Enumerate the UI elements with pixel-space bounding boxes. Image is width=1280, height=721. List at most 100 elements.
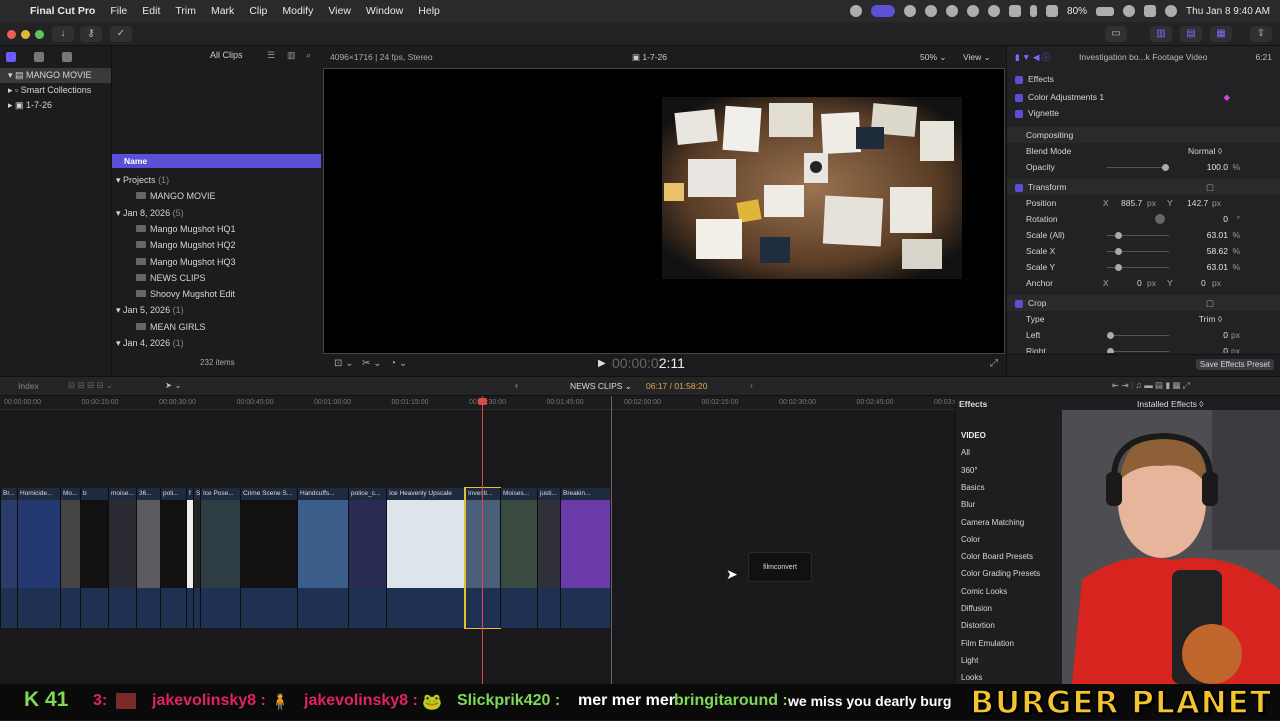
menu-view[interactable]: View [328, 5, 351, 17]
position-x-value[interactable]: 885.7 [1121, 195, 1142, 211]
menu-window[interactable]: Window [366, 5, 403, 17]
timeline-clip[interactable]: b [80, 488, 108, 628]
menu-trim[interactable]: Trim [175, 5, 196, 17]
effects-section[interactable]: Effects [1007, 71, 1280, 87]
playhead[interactable] [482, 396, 483, 684]
keywords-button[interactable]: ⚷ [80, 26, 102, 42]
background-tasks-button[interactable]: ✓ [110, 26, 132, 42]
timeline-clip[interactable]: Ice Pose... [200, 488, 240, 628]
list-view-icon[interactable]: ☰ [267, 46, 275, 64]
effects-category[interactable]: Color [961, 531, 980, 548]
video-canvas[interactable] [323, 68, 1005, 354]
effect-checkbox[interactable] [1015, 93, 1023, 102]
effects-category[interactable]: All [961, 444, 970, 461]
transform-tool-icon[interactable]: ✂ ⌄ [362, 358, 382, 369]
timeline-toggle-icon[interactable]: ▤ [1180, 26, 1202, 42]
menu-app[interactable]: Final Cut Pro [30, 5, 95, 17]
timeline-clip[interactable]: S [193, 488, 200, 628]
status-icon[interactable] [988, 5, 1001, 17]
crop-left-slider[interactable] [1107, 332, 1169, 339]
view-popup[interactable]: View ⌄ [963, 52, 991, 63]
photos-tab-icon[interactable] [34, 52, 44, 62]
browser-group-row[interactable]: ▾ Jan 5, 2026 (1) [112, 302, 321, 318]
status-icon[interactable] [904, 5, 917, 17]
transform-checkbox[interactable] [1015, 183, 1023, 192]
retime-icon[interactable]: ◔ ⌄ [390, 358, 407, 369]
browser-group-row[interactable]: ▾ Jan 4, 2026 (1) [112, 335, 321, 351]
opacity-slider[interactable] [1107, 164, 1169, 171]
browser-item-row[interactable]: Shoovy Mugshot Edit [112, 286, 321, 302]
browser-item-row[interactable]: Mango Mugshot HQ2 [112, 237, 321, 253]
scale-x-value[interactable]: 58.62 [1207, 243, 1228, 259]
timeline-clip[interactable]: Mo... [60, 488, 80, 628]
slider-knob[interactable] [1115, 232, 1122, 239]
inspector-toggle-icon[interactable]: ▦ [1210, 26, 1232, 42]
transform-section[interactable]: Transform ▢ [1007, 179, 1280, 195]
timeline-clip[interactable]: f [186, 488, 193, 628]
opacity-value[interactable]: 100.0 [1207, 159, 1228, 175]
menu-mark[interactable]: Mark [211, 5, 234, 17]
crop-right-value[interactable]: 0 [1223, 343, 1228, 353]
compositing-section[interactable]: Compositing [1007, 127, 1280, 143]
scale-y-value[interactable]: 63.01 [1207, 259, 1228, 275]
browser-item-row[interactable]: MEAN GIRLS [112, 319, 321, 335]
effect-color-adjustments[interactable]: Color Adjustments 1 ◆ [1007, 89, 1280, 105]
effects-category[interactable]: Comic Looks [961, 583, 1007, 600]
slider-knob[interactable] [1115, 248, 1122, 255]
effect-vignette[interactable]: Vignette [1007, 105, 1280, 121]
play-button[interactable]: ▶ [598, 358, 606, 369]
fullscreen-icon[interactable]: ⤢ [990, 358, 998, 369]
zoom-window-button[interactable] [35, 30, 44, 39]
timeline-clip[interactable]: Moises... [500, 488, 537, 628]
wifi-icon[interactable] [1046, 5, 1059, 17]
play-status-icon[interactable] [946, 5, 959, 17]
select-tool-icon[interactable]: ➤ ⌄ [165, 380, 182, 391]
effects-category[interactable]: Distortion [961, 617, 995, 634]
browser-item-row[interactable]: Mango Mugshot HQ3 [112, 254, 321, 270]
browser-item-row[interactable]: NEWS CLIPS [112, 270, 321, 286]
position-y-value[interactable]: 142.7 [1187, 195, 1208, 211]
crop-onscreen-icon[interactable]: ▢ [1206, 295, 1214, 311]
crop-left-value[interactable]: 0 [1223, 327, 1228, 343]
browser-item-row[interactable]: MANGO MOVIE [112, 188, 321, 204]
clip-filter[interactable]: All Clips [210, 46, 243, 64]
disclosure-triangle-icon[interactable]: ▾ [116, 208, 123, 218]
video-inspector-icon[interactable]: ▮ ▼ ◀ ⓘ [1015, 49, 1050, 65]
search-icon[interactable]: ⌕ [306, 46, 311, 64]
blend-mode-popup[interactable]: Normal ◊ [1188, 143, 1222, 159]
transform-onscreen-icon[interactable]: ▢ [1206, 179, 1214, 195]
slider-knob[interactable] [1107, 332, 1114, 339]
slider-knob[interactable] [1162, 164, 1169, 171]
timecode-display[interactable]: 00:00:02:11 [612, 355, 685, 371]
effects-category[interactable]: Light [961, 652, 978, 669]
menu-help[interactable]: Help [418, 5, 440, 17]
effect-checkbox[interactable] [1015, 109, 1023, 118]
menu-modify[interactable]: Modify [282, 5, 313, 17]
effects-category[interactable]: Film Emulation [961, 635, 1014, 652]
user-icon[interactable] [1165, 5, 1178, 17]
timeline-clip[interactable]: Homicide... [17, 488, 60, 628]
slider-knob[interactable] [1107, 348, 1114, 353]
import-button[interactable]: ↓ [52, 26, 74, 42]
timeline-clip[interactable]: moise... [108, 488, 136, 628]
titles-tab-icon[interactable] [62, 52, 72, 62]
menu-file[interactable]: File [110, 5, 127, 17]
grid-view-icon[interactable]: ▥ [287, 46, 296, 64]
battery-icon[interactable] [1096, 6, 1115, 16]
browser-item-row[interactable]: Mango Mugshot HQ1 [112, 221, 321, 237]
close-window-button[interactable] [7, 30, 16, 39]
playhead-handle[interactable] [478, 398, 487, 405]
timeline-clip[interactable]: 36... [136, 488, 160, 628]
crop-right-slider[interactable] [1107, 348, 1169, 353]
timeline-clip[interactable]: Br... [0, 488, 17, 628]
libraries-tab-icon[interactable] [6, 52, 16, 62]
browser-group-row[interactable]: ▾ Jan 8, 2026 (5) [112, 205, 321, 221]
anchor-y-value[interactable]: 0 [1201, 275, 1206, 291]
disclosure-triangle-icon[interactable]: ▾ [116, 305, 123, 315]
back-arrow-icon[interactable]: ‹ [515, 380, 518, 390]
crop-type-popup[interactable]: Trim ◊ [1199, 311, 1222, 327]
zoom-popup[interactable]: 50% ⌄ [920, 52, 947, 63]
scale-y-slider[interactable] [1107, 264, 1169, 271]
effects-category[interactable]: Diffusion [961, 600, 992, 617]
panel-toggle-icon[interactable]: ▭ [1105, 26, 1127, 42]
